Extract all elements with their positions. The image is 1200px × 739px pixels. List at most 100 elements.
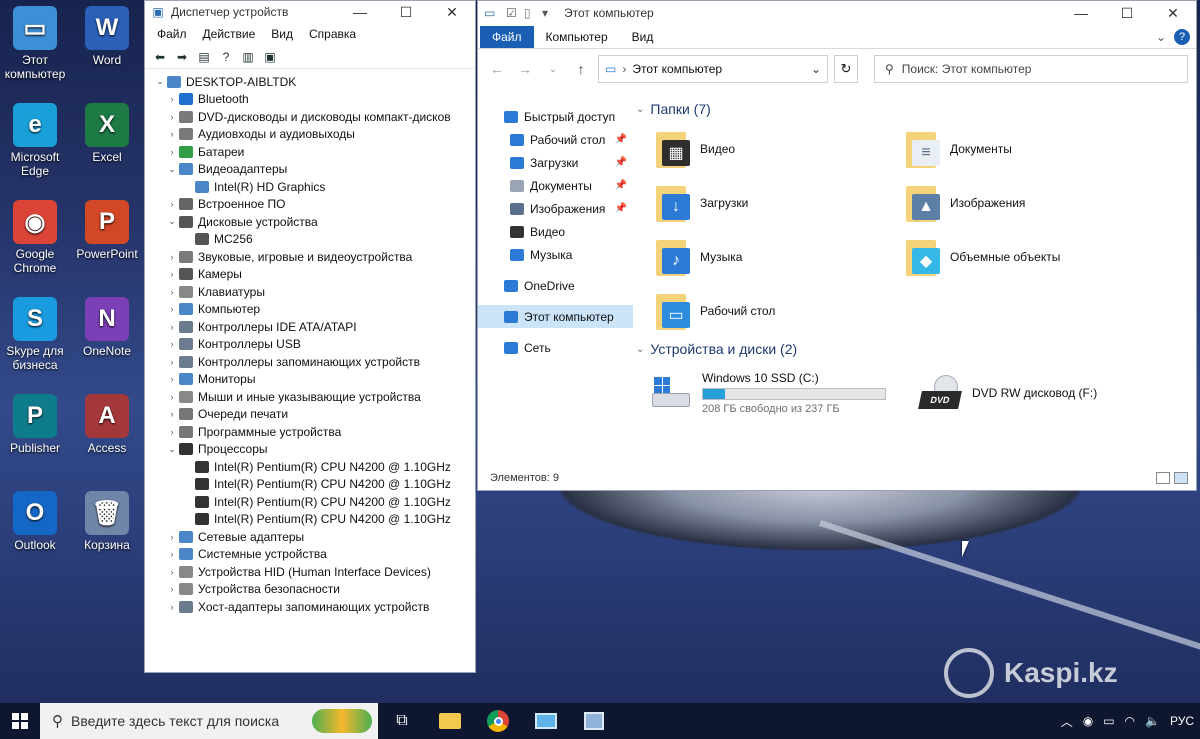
taskbar-chrome[interactable] [474,703,522,739]
device-manager-titlebar[interactable]: ▣ Диспетчер устройств — ☐ ✕ [145,1,475,23]
folder-item[interactable]: ♪ Музыка [656,237,906,277]
tree-node[interactable]: › Устройства безопасности [153,581,475,599]
desktop-icon-excel[interactable]: X Excel [72,103,142,164]
pin-icon[interactable]: 📌 [615,203,627,214]
tree-node[interactable]: › Хост-адаптеры запоминающих устройств [153,598,475,616]
expand-arrow-icon[interactable]: › [165,584,179,594]
expand-arrow-icon[interactable]: › [165,567,179,577]
up-arrow-icon[interactable]: ↑ [570,61,592,77]
expand-arrow-icon[interactable]: › [165,287,179,297]
tree-node[interactable]: › DVD-дисководы и дисководы компакт-диско… [153,108,475,126]
tree-node[interactable]: › Сетевые адаптеры [153,528,475,546]
new-folder-icon[interactable]: ▯ [524,6,542,20]
expand-arrow-icon[interactable]: › [165,199,179,209]
expand-arrow-icon[interactable]: › [165,94,179,104]
collapse-arrow-icon[interactable]: ⌄ [165,164,179,175]
desktop-icon-outlook[interactable]: O Outlook [0,491,70,552]
large-icons-view-icon[interactable] [1174,472,1188,484]
nav-item[interactable]: Документы 📌 [478,174,633,197]
tree-node[interactable]: ⌄ Видеоадаптеры [153,161,475,179]
desktop-icon-onenote[interactable]: N OneNote [72,297,142,358]
desktop-icon-skype[interactable]: S Skype для бизнеса [0,297,70,372]
desktop-icon-monitor[interactable]: ▭ Этот компьютер [0,6,70,81]
taskbar-explorer[interactable] [426,703,474,739]
expand-arrow-icon[interactable]: › [165,427,179,437]
folders-section-header[interactable]: ⌄ Папки (7) [636,97,1196,121]
desktop-icon-publisher[interactable]: P Publisher [0,394,70,455]
tree-leaf[interactable]: Intel(R) Pentium(R) CPU N4200 @ 1.10GHz [153,493,475,511]
drive-c[interactable]: Windows 10 SSD (C:) 208 ГБ свободно из 2… [650,371,900,415]
tree-node[interactable]: › Звуковые, игровые и видеоустройства [153,248,475,266]
maximize-button[interactable]: ☐ [383,4,429,21]
expand-arrow-icon[interactable]: › [165,532,179,542]
nav-item[interactable]: Рабочий стол 📌 [478,128,633,151]
scan-hardware-icon[interactable]: ▣ [261,48,279,66]
collapse-arrow-icon[interactable]: ⌄ [636,344,644,355]
back-icon[interactable]: ⬅ [151,48,169,66]
battery-icon[interactable]: ▭ [1103,714,1114,728]
recent-locations-icon[interactable]: ⌄ [542,64,564,75]
menu-view[interactable]: Вид [263,27,301,41]
tab-view[interactable]: Вид [620,26,666,48]
expand-arrow-icon[interactable]: › [165,112,179,122]
nav-item[interactable]: Изображения 📌 [478,197,633,220]
task-view-button[interactable]: ⧉ [378,703,426,739]
tree-leaf[interactable]: Intel(R) HD Graphics [153,178,475,196]
nav-item[interactable]: Сеть [478,336,633,359]
tree-leaf[interactable]: Intel(R) Pentium(R) CPU N4200 @ 1.10GHz [153,458,475,476]
nav-item[interactable]: OneDrive [478,274,633,297]
expand-arrow-icon[interactable]: › [165,322,179,332]
webcam-icon[interactable]: ◉ [1083,714,1093,728]
close-button[interactable]: ✕ [1150,5,1196,22]
taskbar-this-pc[interactable] [522,703,570,739]
address-bar[interactable]: ▭ › Этот компьютер ⌄ [598,55,828,83]
properties-icon[interactable]: ▤ [195,48,213,66]
drives-section-header[interactable]: ⌄ Устройства и диски (2) [636,337,1196,361]
folder-item[interactable]: ▲ Изображения [906,183,1156,223]
minimize-button[interactable]: — [1058,5,1104,21]
taskbar-device-manager[interactable] [570,703,618,739]
menu-action[interactable]: Действие [195,27,264,41]
tree-node[interactable]: › Аудиовходы и аудиовыходы [153,126,475,144]
collapse-arrow-icon[interactable]: ⌄ [636,104,644,115]
minimize-button[interactable]: — [337,4,383,20]
desktop-icon-chrome[interactable]: ◉ Google Chrome [0,200,70,275]
expand-arrow-icon[interactable]: › [165,252,179,262]
wifi-icon[interactable]: ◠ [1125,714,1135,728]
tree-leaf[interactable]: Intel(R) Pentium(R) CPU N4200 @ 1.10GHz [153,476,475,494]
search-box[interactable]: ⚲ Поиск: Этот компьютер [874,55,1188,83]
menu-help[interactable]: Справка [301,27,364,41]
desktop-icon-powerpoint[interactable]: P PowerPoint [72,200,142,261]
show-hidden-icons-icon[interactable]: ︿ [1061,713,1073,730]
tree-node[interactable]: › Устройства HID (Human Interface Devices… [153,563,475,581]
tree-node[interactable]: ⌄ Процессоры [153,441,475,459]
tree-node[interactable]: › Встроенное ПО [153,196,475,214]
tree-node[interactable]: › Мониторы [153,371,475,389]
nav-item[interactable]: Загрузки 📌 [478,151,633,174]
tree-node[interactable]: ⌄ Дисковые устройства [153,213,475,231]
expand-arrow-icon[interactable]: › [165,392,179,402]
tree-node[interactable]: › Батареи [153,143,475,161]
customize-qat-icon[interactable]: ▾ [542,6,560,20]
tree-node[interactable]: › Контроллеры IDE ATA/ATAPI [153,318,475,336]
expand-arrow-icon[interactable]: › [165,602,179,612]
expand-arrow-icon[interactable]: › [165,269,179,279]
taskbar-search[interactable]: ⚲ Введите здесь текст для поиска [40,703,378,739]
folder-item[interactable]: ◆ Объемные объекты [906,237,1156,277]
tree-node[interactable]: › Программные устройства [153,423,475,441]
nav-item[interactable]: Видео [478,220,633,243]
tree-root[interactable]: ⌄ DESKTOP-AIBLTDK [153,73,475,91]
collapse-arrow-icon[interactable]: ⌄ [165,216,179,227]
expand-arrow-icon[interactable]: › [165,409,179,419]
folder-item[interactable]: ▦ Видео [656,129,906,169]
tree-node[interactable]: › Мыши и иные указывающие устройства [153,388,475,406]
desktop-icon-access[interactable]: A Access [72,394,142,455]
details-view-icon[interactable] [1156,472,1170,484]
desktop-icon-recycle-bin[interactable]: 🗑 Корзина [72,491,142,552]
folder-item[interactable]: ↓ Загрузки [656,183,906,223]
desktop-icon-edge[interactable]: e Microsoft Edge [0,103,70,178]
menu-file[interactable]: Файл [149,27,195,41]
collapse-arrow-icon[interactable]: ⌄ [153,76,167,87]
expand-arrow-icon[interactable]: › [165,304,179,314]
tree-node[interactable]: › Bluetooth [153,91,475,109]
